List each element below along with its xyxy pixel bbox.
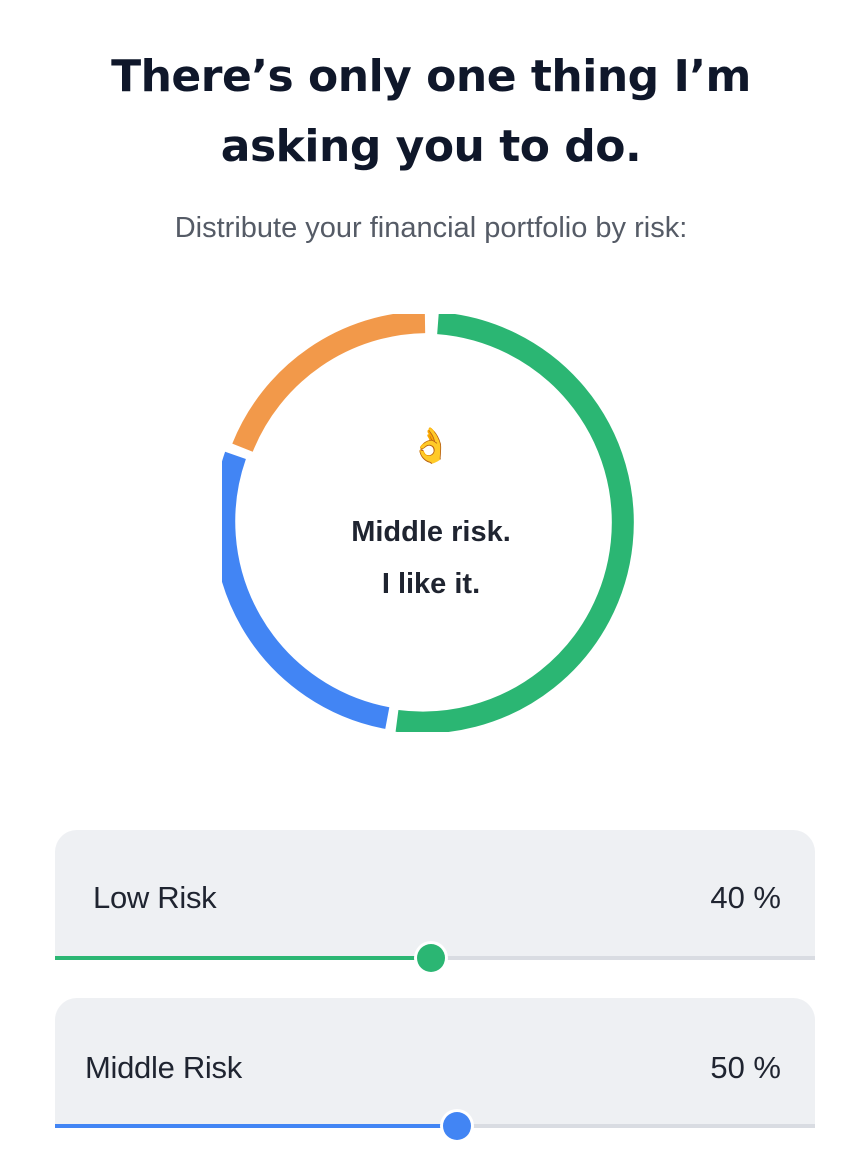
middle-risk-slider-track[interactable] xyxy=(55,1112,815,1140)
low-risk-slider-handle[interactable] xyxy=(417,944,445,972)
low-risk-label: Low Risk xyxy=(93,880,217,915)
page-title: There’s only one thing I’m asking you to… xyxy=(0,42,862,182)
ok-hand-icon: 👌 xyxy=(409,427,453,465)
risk-message-line-1: Middle risk. xyxy=(351,516,511,548)
low-risk-slider-fill xyxy=(55,956,431,960)
middle-risk-slider-card: Middle Risk 50 % xyxy=(55,998,815,1140)
risk-message: Middle risk. I like it. xyxy=(0,506,862,610)
middle-risk-slider-handle[interactable] xyxy=(443,1112,471,1140)
low-risk-value: 40 % xyxy=(710,880,781,915)
middle-risk-label: Middle Risk xyxy=(85,1050,242,1085)
middle-risk-slider-fill xyxy=(55,1124,457,1128)
title-line-2: asking you to do. xyxy=(220,121,642,172)
low-risk-slider-card: Low Risk 40 % xyxy=(55,830,815,972)
risk-message-line-2: I like it. xyxy=(381,568,481,600)
page-subtitle: Distribute your financial portfolio by r… xyxy=(174,212,688,244)
low-risk-slider-track[interactable] xyxy=(55,944,815,972)
middle-risk-value: 50 % xyxy=(710,1050,781,1085)
title-line-1: There’s only one thing I’m xyxy=(111,51,751,102)
